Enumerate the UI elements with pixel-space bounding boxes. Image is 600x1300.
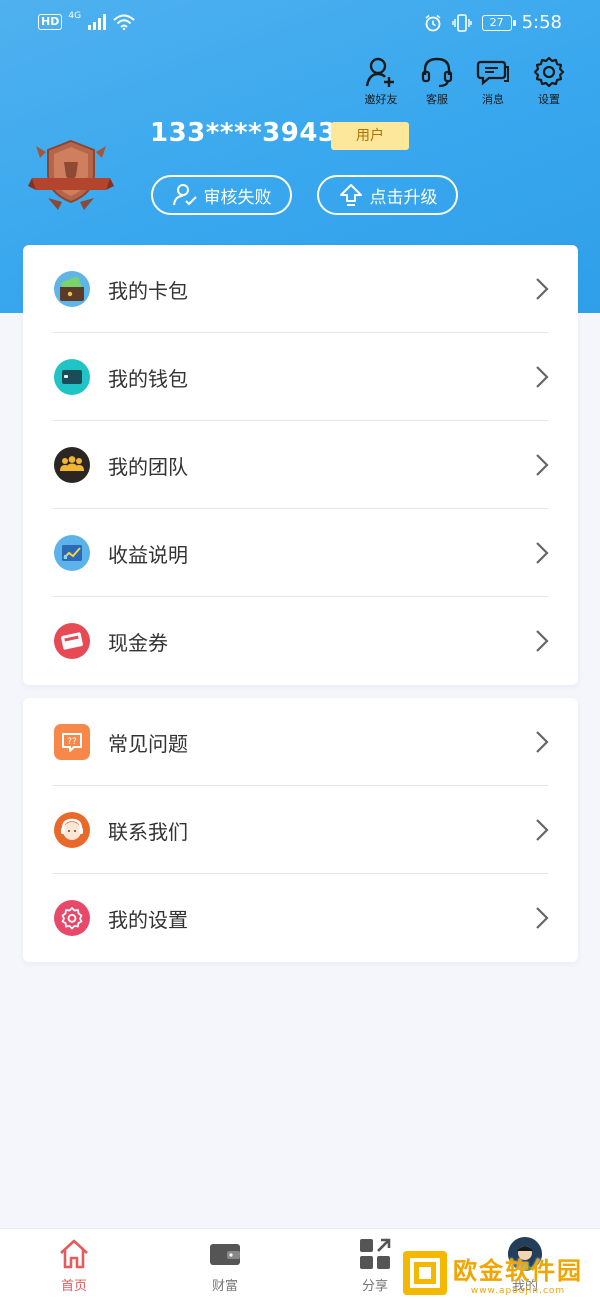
nav-share-label: 分享 — [361, 1279, 388, 1294]
invite-friend-label: 邀好友 — [364, 93, 398, 106]
coupon-icon — [54, 623, 90, 659]
chevron-right-icon — [536, 630, 549, 652]
messages-button[interactable]: 消息 — [472, 55, 514, 107]
menu-item-contact-us[interactable]: 联系我们 — [23, 786, 578, 874]
menu-item-label: 我的钱包 — [108, 366, 188, 391]
faq-icon: ?? — [54, 724, 90, 760]
settings-label: 设置 — [538, 93, 560, 106]
review-status-button[interactable]: 审核失败 — [151, 175, 292, 215]
message-icon — [476, 60, 509, 86]
chevron-right-icon — [536, 819, 549, 841]
wallet-icon — [54, 359, 90, 395]
chevron-right-icon — [536, 454, 549, 476]
user-check-icon — [172, 184, 197, 206]
wallet-icon — [210, 1244, 240, 1265]
customer-service-button[interactable]: 客服 — [416, 55, 458, 107]
menu-item-card-wallet[interactable]: 我的卡包 — [23, 245, 578, 333]
status-right: 27 5:58 — [424, 12, 562, 33]
upload-arrow-icon — [339, 184, 362, 206]
alarm-icon — [425, 14, 441, 31]
menu-item-label: 我的设置 — [108, 907, 188, 932]
headset-icon — [421, 57, 453, 88]
nav-home-label: 首页 — [60, 1279, 87, 1294]
wifi-icon — [113, 14, 135, 30]
watermark-url: www.apoujin.com — [470, 1285, 566, 1296]
nav-wealth[interactable]: 财富 — [185, 1237, 265, 1294]
gear-icon — [533, 56, 565, 88]
primary-menu-card: 我的卡包 我的钱包 我的团队 收益说明 现金券 — [23, 245, 578, 685]
menu-item-label: 我的卡包 — [108, 278, 188, 303]
status-left: HD 4G — [38, 11, 135, 30]
user-role-badge: 用户 — [331, 122, 409, 150]
watermark-logo-icon — [403, 1251, 447, 1295]
home-icon — [60, 1239, 88, 1269]
hd-indicator: HD — [38, 14, 63, 30]
menu-item-my-settings[interactable]: 我的设置 — [23, 874, 578, 962]
status-bar: HD 4G 27 5:58 — [0, 0, 600, 52]
menu-item-wallet[interactable]: 我的钱包 — [23, 333, 578, 421]
menu-item-coupon[interactable]: 现金券 — [23, 597, 578, 685]
battery-indicator: 27 — [481, 14, 516, 31]
vibrate-icon — [451, 13, 472, 32]
add-user-icon — [365, 57, 394, 87]
earnings-chart-icon — [54, 535, 90, 571]
settings-icon — [54, 900, 90, 936]
user-phone-number: 133****3943 — [150, 118, 337, 148]
svg-text:??: ?? — [67, 737, 77, 747]
watermark: 欧金软件园 www.apoujin.com — [403, 1248, 600, 1298]
watermark-title: 欧金软件园 — [453, 1256, 583, 1285]
menu-item-team[interactable]: 我的团队 — [23, 421, 578, 509]
nav-wealth-label: 财富 — [211, 1279, 238, 1294]
menu-item-label: 常见问题 — [108, 731, 188, 756]
customer-service-icon — [54, 812, 90, 848]
secondary-menu-card: ?? 常见问题 联系我们 我的设置 — [23, 698, 578, 962]
menu-item-label: 联系我们 — [108, 819, 188, 844]
upgrade-button[interactable]: 点击升级 — [317, 175, 458, 215]
messages-label: 消息 — [482, 93, 504, 106]
menu-item-earnings[interactable]: 收益说明 — [23, 509, 578, 597]
review-status-label: 审核失败 — [203, 187, 272, 208]
chevron-right-icon — [536, 907, 549, 929]
customer-service-label: 客服 — [426, 93, 448, 106]
upgrade-label: 点击升级 — [369, 187, 438, 208]
bronze-rank-badge-icon — [28, 139, 114, 210]
menu-item-label: 我的团队 — [108, 454, 188, 479]
watermark-text: 欧金软件园 www.apoujin.com — [453, 1251, 583, 1296]
menu-item-faq[interactable]: ?? 常见问题 — [23, 698, 578, 786]
chevron-right-icon — [536, 366, 549, 388]
menu-item-label: 收益说明 — [108, 542, 188, 567]
signal-icon — [88, 14, 107, 30]
chevron-right-icon — [536, 278, 549, 300]
invite-friend-button[interactable]: 邀好友 — [360, 55, 402, 107]
network-type: 4G — [68, 11, 82, 21]
team-icon — [54, 447, 90, 483]
menu-item-label: 现金券 — [108, 630, 168, 655]
clock: 5:58 — [521, 12, 562, 33]
settings-button[interactable]: 设置 — [528, 55, 570, 107]
chevron-right-icon — [536, 542, 549, 564]
top-actions: 邀好友 客服 消息 设置 — [360, 55, 570, 107]
nav-home[interactable]: 首页 — [34, 1237, 114, 1294]
share-icon — [360, 1238, 391, 1269]
chevron-right-icon — [536, 731, 549, 753]
card-wallet-icon — [54, 271, 90, 307]
